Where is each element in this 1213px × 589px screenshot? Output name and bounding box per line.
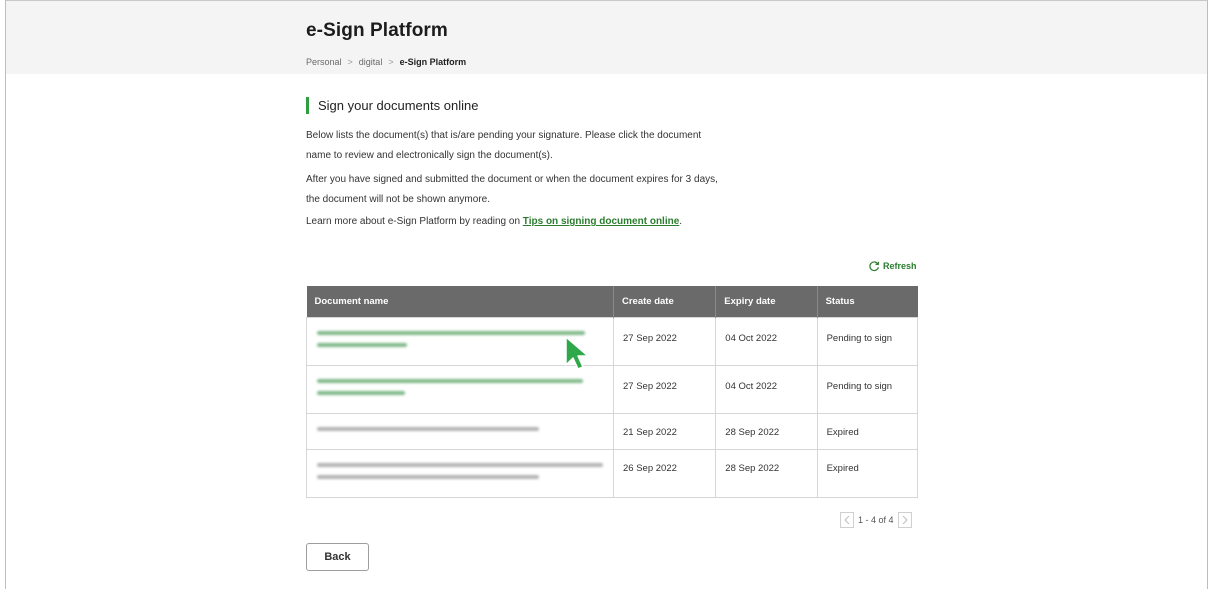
intro-paragraph-2: After you have signed and submitted the … [306, 174, 718, 205]
create-date-cell: 27 Sep 2022 [612, 316, 717, 366]
redacted-text [317, 426, 539, 431]
expiry-date-cell: 28 Sep 2022 [715, 448, 818, 498]
page-header [6, 0, 1207, 74]
create-date-cell: 27 Sep 2022 [612, 364, 717, 414]
page-border-left [5, 0, 6, 589]
status-cell: Pending to sign [816, 364, 919, 414]
column-header-status: Status [817, 286, 918, 317]
expiry-date-cell: 04 Oct 2022 [715, 316, 818, 366]
next-page-button[interactable] [897, 512, 912, 528]
table-row: 26 Sep 2022 28 Sep 2022 Expired [306, 448, 919, 498]
document-name-link[interactable] [317, 378, 603, 395]
back-button[interactable]: Back [306, 543, 369, 571]
redacted-text [317, 378, 583, 383]
breadcrumb-item-personal[interactable]: Personal [306, 57, 342, 67]
pagination-count: 1 - 4 of 4 [858, 515, 894, 525]
mouse-cursor-icon [565, 336, 589, 370]
expiry-date-cell: 04 Oct 2022 [715, 364, 818, 414]
section-heading: Sign your documents online [306, 97, 478, 114]
breadcrumb-item-digital[interactable]: digital [359, 57, 383, 67]
pagination: 1 - 4 of 4 [840, 512, 912, 528]
status-cell: Expired [816, 412, 919, 450]
column-header-document-name: Document name [306, 286, 614, 317]
column-header-create-date: Create date [613, 286, 717, 317]
previous-page-button[interactable] [840, 512, 854, 528]
table-row: 27 Sep 2022 04 Oct 2022 Pending to sign [306, 316, 919, 366]
table-header-row: Document name Create date Expiry date St… [306, 286, 918, 317]
redacted-text [317, 462, 603, 467]
page-title: e-Sign Platform [306, 20, 448, 41]
intro-paragraph-3-suffix: . [679, 216, 683, 227]
redacted-text [317, 342, 407, 347]
document-name-cell [306, 364, 614, 414]
table-row: 27 Sep 2022 04 Oct 2022 Pending to sign [306, 364, 919, 414]
table-row: 21 Sep 2022 28 Sep 2022 Expired [306, 412, 919, 450]
chevron-right-icon [902, 515, 908, 525]
breadcrumb-item-current: e-Sign Platform [399, 57, 467, 67]
status-cell: Pending to sign [816, 316, 919, 366]
page-border-right [1207, 0, 1208, 589]
column-header-expiry-date: Expiry date [715, 286, 818, 317]
redacted-text [317, 330, 585, 335]
create-date-cell: 21 Sep 2022 [612, 412, 717, 450]
intro-paragraph-1: Below lists the document(s) that is/are … [306, 130, 702, 161]
document-name-cell [306, 448, 614, 498]
create-date-cell: 26 Sep 2022 [612, 448, 717, 498]
refresh-button[interactable]: Refresh [868, 260, 917, 272]
document-name-link[interactable] [317, 330, 603, 347]
document-name-cell [306, 412, 614, 450]
redacted-text [317, 390, 405, 395]
breadcrumb-separator-icon: > [347, 57, 353, 67]
breadcrumb: Personal > digital > e-Sign Platform [306, 57, 466, 67]
refresh-icon [869, 261, 880, 272]
documents-table: Document name Create date Expiry date St… [306, 286, 919, 498]
expiry-date-cell: 28 Sep 2022 [715, 412, 818, 450]
chevron-left-icon [844, 515, 850, 525]
intro-paragraph-3: Learn more about e-Sign Platform by read… [306, 212, 726, 232]
breadcrumb-separator-icon: > [388, 57, 394, 67]
intro-paragraph-3-text: Learn more about e-Sign Platform by read… [306, 216, 523, 227]
tips-link[interactable]: Tips on signing document online [523, 216, 679, 227]
refresh-label: Refresh [883, 261, 917, 271]
redacted-text [317, 474, 539, 479]
status-cell: Expired [816, 448, 919, 498]
